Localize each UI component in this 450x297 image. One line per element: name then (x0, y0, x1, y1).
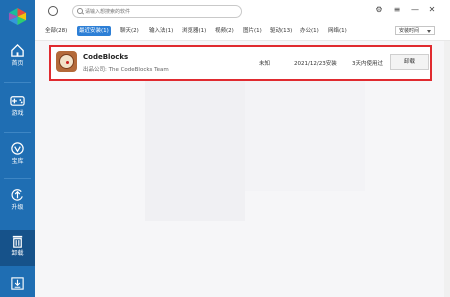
sidebar-item-label: 升级 (11, 204, 24, 211)
app-name: CodeBlocks (83, 53, 129, 61)
sidebar-item-uninstall[interactable]: 卸载 (0, 230, 35, 266)
menu-icon[interactable]: ≡ (391, 4, 403, 16)
app-size: 未知 (259, 61, 271, 67)
divider (4, 178, 31, 179)
app-logo-icon (8, 7, 27, 26)
tab-video[interactable]: 视频(2) (213, 26, 236, 36)
top-bar: ⚙ ≡ — ✕ (35, 0, 450, 22)
divider (4, 132, 31, 133)
treasure-icon (11, 142, 24, 155)
tab-network[interactable]: 网络(1) (326, 26, 349, 36)
download-icon (11, 277, 24, 290)
tab-input[interactable]: 输入法(1) (147, 26, 175, 36)
divider (4, 82, 31, 83)
content-area: CodeBlocks 出品公司: The CodeBlocks Team 未知 … (35, 41, 450, 297)
sidebar-item-treasure[interactable]: 宝库 (0, 138, 35, 178)
search-input[interactable] (85, 6, 233, 17)
trash-icon (12, 235, 23, 248)
app-row[interactable]: CodeBlocks 出品公司: The CodeBlocks Team 未知 … (49, 45, 432, 81)
sidebar-item-label: 游戏 (11, 110, 24, 117)
tab-chat[interactable]: 聊天(2) (118, 26, 141, 36)
search-box[interactable] (72, 5, 242, 18)
sidebar-item-label: 卸载 (11, 250, 24, 257)
search-icon (77, 8, 83, 14)
home-icon (11, 43, 24, 57)
sidebar-item-upgrade[interactable]: 升级 (0, 184, 35, 224)
settings-icon[interactable]: ⚙ (373, 4, 385, 16)
tab-driver[interactable]: 驱动(13) (268, 26, 294, 36)
upgrade-icon (11, 189, 23, 201)
category-bar: 全部(28) 最近安装(1) 聊天(2) 输入法(1) 浏览器(1) 视频(2)… (35, 22, 450, 41)
tab-recent[interactable]: 最近安装(1) (77, 26, 111, 36)
placeholder-panel (245, 81, 365, 191)
scrollbar[interactable] (444, 41, 450, 297)
sidebar-item-games[interactable]: 游戏 (0, 90, 35, 130)
app-publisher: 出品公司: The CodeBlocks Team (83, 67, 169, 73)
install-date: 2021/12/23安装 (294, 61, 337, 67)
placeholder-panel (145, 81, 245, 221)
sidebar-item-home[interactable]: 首页 (0, 40, 35, 80)
tab-all[interactable]: 全部(28) (43, 26, 69, 36)
sidebar-item-label: 首页 (11, 60, 24, 67)
tab-browser[interactable]: 浏览器(1) (180, 26, 208, 36)
chevron-down-icon (427, 30, 431, 33)
refresh-icon[interactable] (48, 6, 58, 16)
close-icon[interactable]: ✕ (426, 4, 438, 16)
sort-select-value: 安装时间 (399, 28, 420, 34)
uninstall-button[interactable]: 卸载 (390, 54, 429, 70)
tab-office[interactable]: 办公(1) (298, 26, 321, 36)
sidebar-item-download[interactable] (0, 272, 35, 297)
codeblocks-app-icon (56, 51, 77, 72)
gamepad-icon (10, 96, 25, 106)
minimize-icon[interactable]: — (409, 4, 421, 16)
tab-image[interactable]: 图片(1) (241, 26, 264, 36)
sidebar: 首页 游戏 宝库 升级 卸载 (0, 0, 35, 297)
sidebar-item-label: 宝库 (11, 158, 24, 165)
sort-select[interactable]: 安装时间 (395, 26, 435, 35)
usage-info: 3天内使用过 (352, 61, 383, 67)
